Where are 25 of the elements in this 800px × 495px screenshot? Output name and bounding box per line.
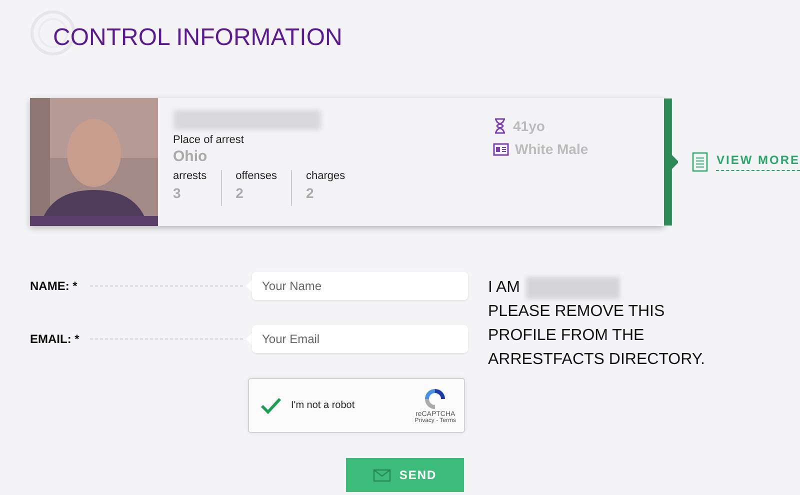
send-button[interactable]: SEND: [346, 458, 464, 492]
id-card-icon: [493, 142, 509, 156]
place-value: Ohio: [173, 148, 208, 165]
envelope-icon: [373, 468, 392, 482]
field-label: EMAIL: *: [30, 332, 80, 346]
stat-value: 2: [306, 185, 315, 201]
captcha-label: I'm not a robot: [291, 400, 356, 411]
stat-label: charges: [306, 170, 346, 182]
statement-intro: I AM: [488, 278, 520, 298]
recaptcha-logo-icon: [423, 387, 448, 411]
input-field[interactable]: Your Name: [252, 272, 468, 300]
race-gender-text: White Male: [515, 141, 588, 157]
place-label: Place of arrest: [173, 134, 245, 146]
stat-label: offenses: [236, 170, 278, 182]
stat-value: 2: [236, 185, 244, 201]
page-title: CONTROL INFORMATION: [53, 24, 342, 52]
view-more-link[interactable]: VIEW MORE: [692, 152, 800, 172]
document-icon: [692, 152, 708, 172]
stat-value: 3: [173, 185, 182, 201]
stat-label: arrests: [173, 170, 207, 182]
age-text: 41yo: [513, 118, 545, 134]
hourglass-icon: [493, 118, 507, 134]
input-field[interactable]: Your Email: [252, 325, 468, 353]
statement-text: PLEASE REMOVE THIS PROFILE FROM THE ARRESTFACTS DIRECTORY.: [488, 302, 706, 370]
field-label: NAME: *: [30, 279, 78, 293]
